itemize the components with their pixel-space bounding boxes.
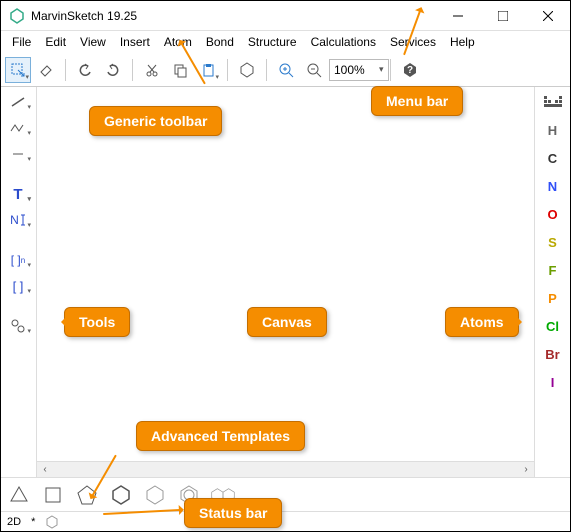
paste-button[interactable] bbox=[195, 57, 221, 83]
statusbar: 2D * bbox=[1, 511, 570, 531]
atom-br[interactable]: Br bbox=[539, 343, 567, 365]
bracket-n-tool[interactable]: [ ]n bbox=[3, 249, 33, 271]
template-benzene[interactable] bbox=[177, 483, 201, 507]
status-icon[interactable] bbox=[45, 515, 59, 529]
atom-cl[interactable]: Cl bbox=[539, 315, 567, 337]
undo-button[interactable] bbox=[72, 57, 98, 83]
menu-bond[interactable]: Bond bbox=[199, 33, 241, 51]
name-tool[interactable]: N bbox=[3, 209, 33, 231]
help-button[interactable]: ? bbox=[397, 57, 423, 83]
app-icon bbox=[9, 8, 25, 24]
menubar: File Edit View Insert Atom Bond Structur… bbox=[1, 31, 570, 53]
bracket-n-label: [ ] bbox=[11, 253, 21, 267]
atom-h[interactable]: H bbox=[539, 119, 567, 141]
titlebar: MarvinSketch 19.25 bbox=[1, 1, 570, 31]
clean-button[interactable] bbox=[234, 57, 260, 83]
template-cyclohexane-bold[interactable] bbox=[109, 483, 133, 507]
canvas-area: ‹ › bbox=[37, 87, 534, 477]
separator bbox=[65, 59, 66, 81]
separator bbox=[266, 59, 267, 81]
svg-text:?: ? bbox=[406, 65, 412, 76]
charge-tool[interactable] bbox=[3, 315, 33, 337]
status-mode[interactable]: 2D bbox=[7, 516, 21, 528]
content-area: T N [ ]n [ ] ‹ › H C N O S F P Cl Br I bbox=[1, 87, 570, 477]
menu-insert[interactable]: Insert bbox=[113, 33, 157, 51]
copy-button[interactable] bbox=[167, 57, 193, 83]
atom-s[interactable]: S bbox=[539, 231, 567, 253]
bracket-label: [ ] bbox=[13, 279, 24, 294]
scroll-left-icon[interactable]: ‹ bbox=[37, 464, 53, 475]
atom-n[interactable]: N bbox=[539, 175, 567, 197]
close-button[interactable] bbox=[525, 1, 570, 31]
tools-sidebar: T N [ ]n [ ] bbox=[1, 87, 37, 477]
generic-toolbar: ▾ ? bbox=[1, 53, 570, 87]
selection-tool[interactable] bbox=[5, 57, 31, 83]
menu-atom[interactable]: Atom bbox=[157, 33, 199, 51]
template-naphthalene[interactable] bbox=[211, 483, 235, 507]
atoms-sidebar: H C N O S F P Cl Br I bbox=[534, 87, 570, 477]
separator bbox=[227, 59, 228, 81]
template-cyclobutane[interactable] bbox=[41, 483, 65, 507]
periodic-table-button[interactable] bbox=[539, 91, 567, 113]
erase-tool[interactable] bbox=[33, 57, 59, 83]
bracket-tool[interactable]: [ ] bbox=[3, 275, 33, 297]
menu-calculations[interactable]: Calculations bbox=[304, 33, 383, 51]
redo-button[interactable] bbox=[100, 57, 126, 83]
atom-i[interactable]: I bbox=[539, 371, 567, 393]
separator bbox=[132, 59, 133, 81]
cut-button[interactable] bbox=[139, 57, 165, 83]
zoom-in-button[interactable] bbox=[273, 57, 299, 83]
menu-file[interactable]: File bbox=[5, 33, 38, 51]
menu-view[interactable]: View bbox=[73, 33, 113, 51]
menu-edit[interactable]: Edit bbox=[38, 33, 73, 51]
separator bbox=[390, 59, 391, 81]
minimize-button[interactable] bbox=[435, 1, 480, 31]
dash-tool[interactable] bbox=[3, 143, 33, 165]
horizontal-scrollbar[interactable]: ‹ › bbox=[37, 461, 534, 477]
text-t-label: T bbox=[13, 186, 22, 203]
atom-o[interactable]: O bbox=[539, 203, 567, 225]
menu-services[interactable]: Services bbox=[383, 33, 443, 51]
status-mark: * bbox=[31, 516, 35, 528]
template-cyclohexane[interactable] bbox=[143, 483, 167, 507]
canvas[interactable] bbox=[37, 87, 534, 461]
atom-p[interactable]: P bbox=[539, 287, 567, 309]
text-tool[interactable]: T bbox=[3, 183, 33, 205]
menu-help[interactable]: Help bbox=[443, 33, 482, 51]
atom-f[interactable]: F bbox=[539, 259, 567, 281]
template-cyclopropane[interactable] bbox=[7, 483, 31, 507]
chain-tool[interactable] bbox=[3, 117, 33, 139]
templates-bar bbox=[1, 477, 570, 511]
atom-c[interactable]: C bbox=[539, 147, 567, 169]
window-controls bbox=[435, 1, 570, 31]
single-bond-tool[interactable] bbox=[3, 91, 33, 113]
maximize-button[interactable] bbox=[480, 1, 525, 31]
window-title: MarvinSketch 19.25 bbox=[31, 9, 435, 23]
name-n-label: N bbox=[10, 213, 19, 227]
zoom-out-button[interactable] bbox=[301, 57, 327, 83]
template-cyclopentane[interactable] bbox=[75, 483, 99, 507]
scroll-right-icon[interactable]: › bbox=[518, 464, 534, 475]
menu-structure[interactable]: Structure bbox=[241, 33, 304, 51]
